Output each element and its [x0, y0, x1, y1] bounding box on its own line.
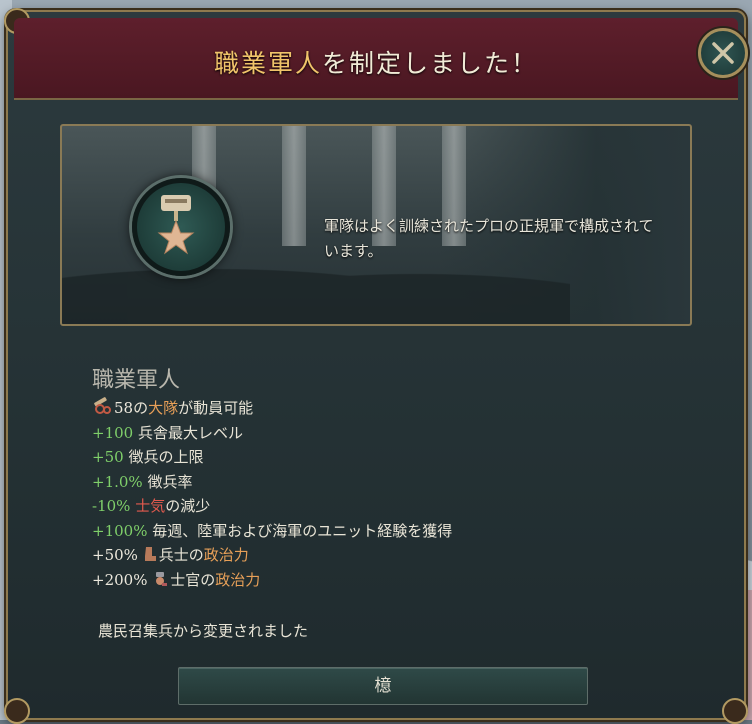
boot-icon [144, 547, 156, 561]
changed-from-text: 農民召集兵から変更されました [98, 622, 309, 640]
effect-text: 毎週、陸軍および海軍のユニット経験を獲得 [152, 521, 453, 540]
effect-value: +50 [92, 448, 124, 466]
frame-corner [722, 698, 748, 724]
effect-text: 兵舎最大レベル [137, 423, 243, 442]
law-medal [132, 178, 230, 276]
close-icon [712, 42, 734, 64]
ok-button[interactable]: 檍 [178, 667, 588, 705]
medal-star-icon [157, 195, 195, 255]
effect-text: の減少 [165, 497, 211, 515]
effect-row: +50 徴兵の上限 [92, 445, 452, 470]
officer-icon [156, 571, 168, 586]
effect-text: 徴兵率 [147, 472, 193, 491]
crowd-illustration [62, 254, 570, 324]
dialog-header: 職業軍人を制定しました！ [14, 18, 738, 100]
law-enacted-dialog: 職業軍人を制定しました！ 軍隊はよく訓練されたプロの正規軍で構成されています。 … [4, 8, 748, 724]
effect-text: 士官の [170, 570, 216, 589]
effect-value: +100% [92, 521, 148, 540]
effect-row: -10% 士気の減少 [92, 494, 452, 519]
effect-value: +50% [92, 546, 138, 564]
dialog-title: 職業軍人を制定しました！ [14, 44, 738, 80]
effect-row: 58の大隊が動員可能 [92, 396, 452, 421]
cannon-icon [94, 397, 111, 414]
title-law-name: 職業軍人 [213, 49, 322, 78]
law-description: 軍隊はよく訓練されたプロの正規軍で構成されています。 [324, 217, 654, 260]
law-illustration: 軍隊はよく訓練されたプロの正規軍で構成されています。 [60, 124, 692, 326]
effect-row: +100% 毎週、陸軍および海軍のユニット経験を獲得 [92, 519, 452, 544]
effect-link[interactable]: 大隊 [148, 399, 178, 417]
effect-value: +200% [92, 570, 148, 589]
frame-corner [4, 698, 30, 724]
effect-row: +100 兵舎最大レベル [92, 421, 452, 446]
effect-link[interactable]: 士気 [135, 497, 165, 515]
effect-text: 徴兵の上限 [128, 448, 204, 466]
law-name: 職業軍人 [92, 368, 181, 393]
effect-link[interactable]: 政治力 [215, 571, 260, 589]
effect-value: +100 [92, 423, 134, 442]
title-suffix: を制定しました！ [322, 49, 539, 78]
effect-value: 58 [114, 399, 134, 417]
effect-text: が動員可能 [178, 399, 254, 417]
effect-text: の [133, 399, 149, 417]
effect-row: +1.0% 徴兵率 [92, 470, 452, 495]
effects-list: 58の大隊が動員可能 +100 兵舎最大レベル +50 徴兵の上限 +1.0% … [92, 396, 452, 592]
effect-value: +1.0% [92, 472, 143, 491]
effect-value: -10% [92, 497, 131, 515]
effect-row: +50% 兵士の政治力 [92, 543, 452, 568]
close-button[interactable] [698, 28, 748, 78]
effect-row: +200% 士官の政治力 [92, 568, 452, 593]
effect-text: 兵士の [158, 546, 204, 564]
effect-link[interactable]: 政治力 [204, 546, 249, 564]
